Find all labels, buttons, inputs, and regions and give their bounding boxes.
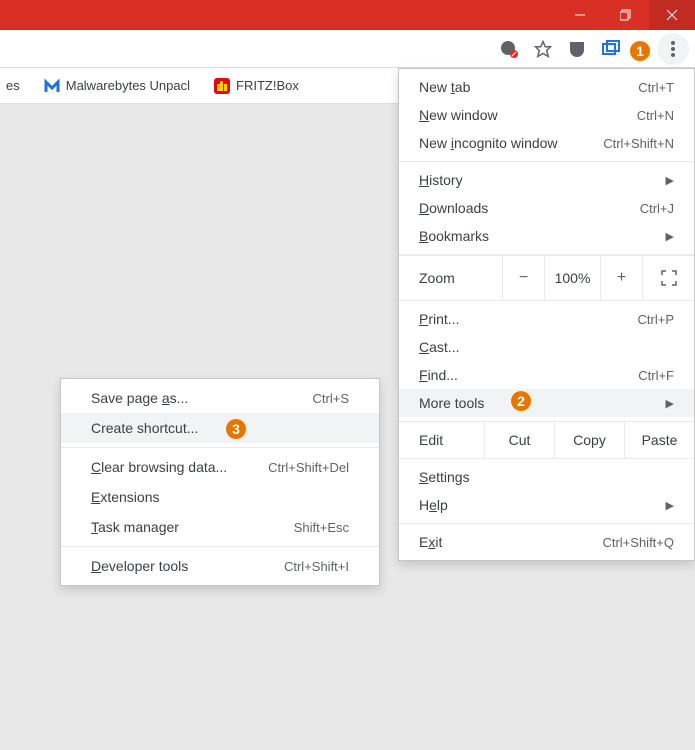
- menu-settings[interactable]: Settings: [399, 463, 694, 491]
- menu-help[interactable]: Help▶: [399, 491, 694, 519]
- window-titlebar: [0, 0, 695, 30]
- tab-manager-icon[interactable]: [601, 39, 621, 59]
- bookmark-item[interactable]: Malwarebytes Unpacl: [44, 78, 190, 94]
- fritzbox-icon: [214, 78, 230, 94]
- star-icon[interactable]: [533, 39, 553, 59]
- fullscreen-button[interactable]: [642, 256, 694, 300]
- annotation-1: 1: [629, 40, 651, 62]
- menu-cast[interactable]: Cast...: [399, 333, 694, 361]
- submenu-extensions[interactable]: Extensions: [61, 482, 379, 512]
- ublock-icon[interactable]: [567, 39, 587, 59]
- menu-new-incognito[interactable]: New incognito windowCtrl+Shift+N: [399, 129, 694, 157]
- bookmark-item[interactable]: es: [6, 78, 20, 93]
- more-tools-submenu: Save page as...Ctrl+S Create shortcut...…: [60, 378, 380, 586]
- menu-bookmarks[interactable]: Bookmarks▶: [399, 222, 694, 250]
- edit-cut[interactable]: Cut: [484, 422, 554, 458]
- bookmark-label: FRITZ!Box: [236, 78, 299, 93]
- minimize-button[interactable]: [557, 0, 603, 30]
- malwarebytes-icon: [44, 78, 60, 94]
- menu-more-tools[interactable]: More tools▶: [399, 389, 694, 417]
- submenu-task-manager[interactable]: Task managerShift+Esc: [61, 512, 379, 542]
- menu-find[interactable]: Find...Ctrl+F: [399, 361, 694, 389]
- submenu-save-page[interactable]: Save page as...Ctrl+S: [61, 383, 379, 413]
- menu-edit-row: Edit Cut Copy Paste: [399, 422, 694, 459]
- vertical-dots-icon: [671, 41, 675, 57]
- menu-downloads[interactable]: DownloadsCtrl+J: [399, 194, 694, 222]
- submenu-clear-browsing[interactable]: Clear browsing data...Ctrl+Shift+Del: [61, 452, 379, 482]
- browser-toolbar: [0, 30, 695, 68]
- menu-exit[interactable]: ExitCtrl+Shift+Q: [399, 528, 694, 556]
- main-menu: New tabCtrl+T New windowCtrl+N New incog…: [398, 68, 695, 561]
- bookmark-item[interactable]: FRITZ!Box: [214, 78, 299, 94]
- edit-label: Edit: [399, 422, 484, 458]
- zoom-label: Zoom: [399, 270, 502, 286]
- menu-new-window[interactable]: New windowCtrl+N: [399, 101, 694, 129]
- bookmark-label: es: [6, 78, 20, 93]
- edit-copy[interactable]: Copy: [554, 422, 624, 458]
- annotation-3: 3: [225, 418, 247, 440]
- main-menu-button[interactable]: [657, 33, 689, 65]
- submenu-dev-tools[interactable]: Developer toolsCtrl+Shift+I: [61, 551, 379, 581]
- menu-new-tab[interactable]: New tabCtrl+T: [399, 73, 694, 101]
- cookie-blocker-icon[interactable]: [499, 39, 519, 59]
- submenu-create-shortcut[interactable]: Create shortcut...: [61, 413, 379, 443]
- zoom-value: 100%: [544, 256, 600, 300]
- zoom-out-button[interactable]: −: [502, 256, 544, 300]
- menu-zoom-row: Zoom − 100% +: [399, 255, 694, 301]
- edit-paste[interactable]: Paste: [624, 422, 694, 458]
- close-button[interactable]: [649, 0, 695, 30]
- zoom-in-button[interactable]: +: [600, 256, 642, 300]
- annotation-2: 2: [510, 390, 532, 412]
- menu-history[interactable]: History▶: [399, 166, 694, 194]
- bookmark-label: Malwarebytes Unpacl: [66, 78, 190, 93]
- fullscreen-icon: [661, 270, 677, 286]
- maximize-button[interactable]: [603, 0, 649, 30]
- menu-print[interactable]: Print...Ctrl+P: [399, 305, 694, 333]
